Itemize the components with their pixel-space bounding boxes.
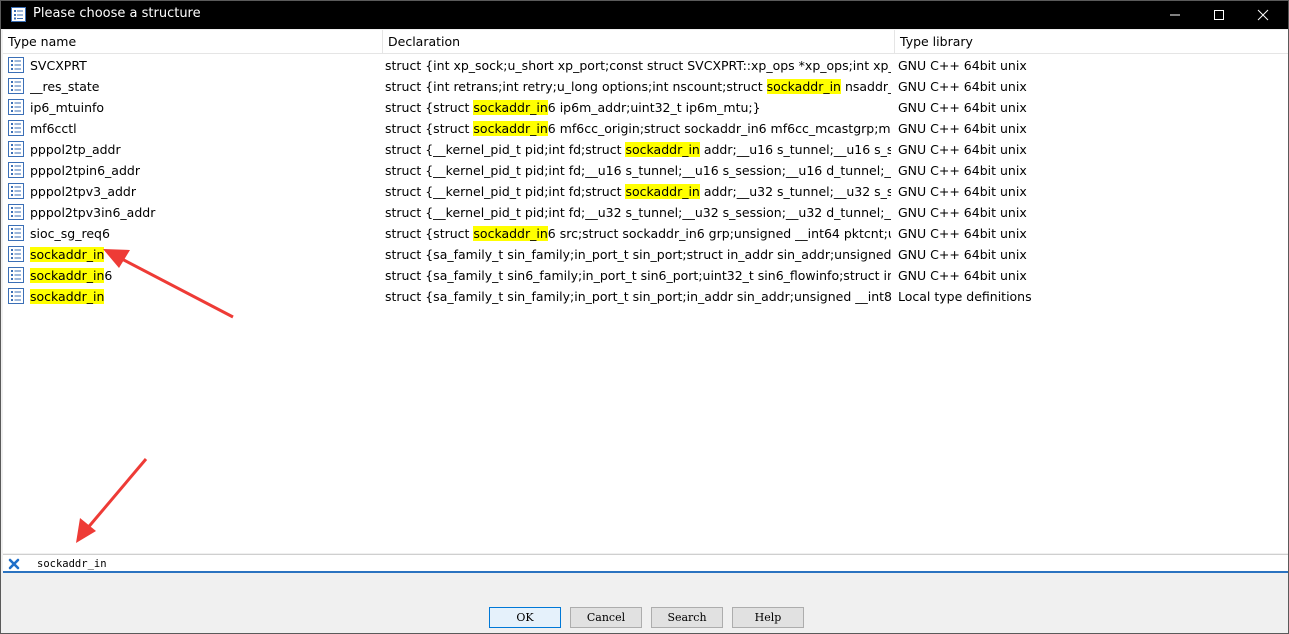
- structure-type-icon: [8, 183, 24, 199]
- window-title: Please choose a structure: [33, 6, 201, 21]
- type-library-cell: GNU C++ 64bit unix: [898, 247, 1027, 262]
- structure-row[interactable]: pppol2tpin6_addr struct {__kernel_pid_t p…: [3, 160, 1288, 181]
- structure-list[interactable]: Type name Declaration Type library SVCXP…: [3, 30, 1288, 553]
- declaration-cell: struct {int retrans;int retry;u_long opt…: [385, 79, 891, 94]
- ok-button[interactable]: OK: [489, 607, 561, 628]
- structure-row[interactable]: sockaddr_in struct {sa_family_t sin_famil…: [3, 286, 1288, 307]
- structure-type-icon: [8, 141, 24, 157]
- type-library-cell: GNU C++ 64bit unix: [898, 163, 1027, 178]
- type-name-cell: pppol2tpv3_addr: [30, 184, 136, 199]
- match-highlight: sockaddr_in: [30, 247, 105, 262]
- declaration-cell: struct {struct sockaddr_in6 mf6cc_origin…: [385, 121, 891, 136]
- type-name-cell: ip6_mtuinfo: [30, 100, 105, 115]
- type-library-cell: GNU C++ 64bit unix: [898, 205, 1027, 220]
- match-highlight: sockaddr_in: [30, 268, 105, 283]
- structure-row[interactable]: pppol2tpv3_addr struct {__kernel_pid_t pi…: [3, 181, 1288, 202]
- match-highlight: sockaddr_in: [473, 121, 548, 136]
- structure-type-icon: [8, 99, 24, 115]
- column-header-declaration[interactable]: Declaration: [383, 30, 895, 54]
- search-button[interactable]: Search: [651, 607, 723, 628]
- minimize-icon: [1170, 14, 1180, 16]
- type-library-cell: GNU C++ 64bit unix: [898, 100, 1027, 115]
- maximize-button[interactable]: [1197, 1, 1241, 29]
- declaration-cell: struct {sa_family_t sin_family;in_port_t…: [385, 289, 891, 304]
- structure-type-icon: [8, 225, 24, 241]
- type-library-cell: GNU C++ 64bit unix: [898, 58, 1027, 73]
- declaration-cell: struct {__kernel_pid_t pid;int fd;__u32 …: [385, 205, 891, 220]
- match-highlight: sockaddr_in: [625, 142, 700, 157]
- match-highlight: sockaddr_in: [473, 226, 548, 241]
- match-highlight: sockaddr_in: [625, 184, 700, 199]
- filter-bar: [3, 554, 1288, 573]
- column-header-type-name[interactable]: Type name: [3, 30, 383, 54]
- structure-row[interactable]: ip6_mtuinfo struct {struct sockaddr_in6 i…: [3, 97, 1288, 118]
- type-name-cell: sockaddr_in: [30, 286, 380, 307]
- structure-type-icon: [8, 246, 24, 262]
- clear-filter-icon[interactable]: [7, 557, 21, 571]
- type-name-cell: pppol2tpv3in6_addr: [30, 205, 156, 220]
- structure-row[interactable]: sockaddr_in6 struct {sa_family_t sin6_fam…: [3, 265, 1288, 286]
- structure-row[interactable]: __res_state struct {int retrans;int retry…: [3, 76, 1288, 97]
- type-name-cell: sockaddr_in6: [30, 268, 113, 283]
- type-name-cell: __res_state: [30, 79, 100, 94]
- type-name-cell: mf6cctl: [30, 121, 77, 136]
- structure-type-icon: [8, 288, 24, 304]
- type-name-cell: pppol2tp_addr: [30, 142, 121, 157]
- structure-row[interactable]: mf6cctl struct {struct sockaddr_in6 mf6cc…: [3, 118, 1288, 139]
- type-library-cell: GNU C++ 64bit unix: [898, 268, 1027, 283]
- title-bar: Please choose a structure: [1, 1, 1288, 29]
- type-name-cell: pppol2tpin6_addr: [30, 163, 140, 178]
- structure-type-icon: [8, 57, 24, 73]
- structure-row[interactable]: pppol2tpv3in6_addr struct {__kernel_pid_t…: [3, 202, 1288, 223]
- structure-type-icon: [8, 267, 24, 283]
- structure-row[interactable]: pppol2tp_addr struct {__kernel_pid_t pid;…: [3, 139, 1288, 160]
- structure-type-icon: [8, 120, 24, 136]
- type-library-cell: GNU C++ 64bit unix: [898, 79, 1027, 94]
- type-name-cell: SVCXPRT: [30, 58, 87, 73]
- filter-input[interactable]: [37, 556, 937, 572]
- declaration-cell: struct {__kernel_pid_t pid;int fd;__u16 …: [385, 163, 891, 178]
- close-icon: [1257, 9, 1269, 21]
- structure-app-icon: [11, 7, 26, 22]
- declaration-cell: struct {sa_family_t sin_family;in_port_t…: [385, 247, 891, 262]
- type-name-cell: sioc_sg_req6: [30, 226, 110, 241]
- type-library-cell: GNU C++ 64bit unix: [898, 226, 1027, 241]
- match-highlight: sockaddr_in: [473, 100, 548, 115]
- close-button[interactable]: [1241, 1, 1285, 29]
- match-highlight: sockaddr_in: [766, 79, 841, 94]
- choose-structure-dialog: Please choose a structure Type name Decl…: [0, 0, 1289, 634]
- declaration-cell: struct {struct sockaddr_in6 ip6m_addr;ui…: [385, 100, 761, 115]
- structure-type-icon: [8, 78, 24, 94]
- list-header: Type name Declaration Type library: [3, 30, 1288, 54]
- structure-row[interactable]: sockaddr_in struct {sa_family_t sin_famil…: [3, 244, 1288, 265]
- structure-row[interactable]: sioc_sg_req6 struct {struct sockaddr_in6 …: [3, 223, 1288, 244]
- declaration-cell: struct {struct sockaddr_in6 src;struct s…: [385, 226, 891, 241]
- maximize-icon: [1214, 10, 1224, 20]
- type-library-cell: GNU C++ 64bit unix: [898, 184, 1027, 199]
- match-highlight: sockaddr_in: [30, 289, 105, 304]
- type-library-cell: GNU C++ 64bit unix: [898, 142, 1027, 157]
- type-library-cell: Local type definitions: [898, 289, 1032, 304]
- type-name-cell: sockaddr_in: [30, 244, 380, 265]
- declaration-cell: struct {__kernel_pid_t pid;int fd;struct…: [385, 142, 891, 157]
- declaration-cell: struct {__kernel_pid_t pid;int fd;struct…: [385, 184, 891, 199]
- structure-row[interactable]: SVCXPRT struct {int xp_sock;u_short xp_po…: [3, 55, 1288, 76]
- minimize-button[interactable]: [1153, 1, 1197, 29]
- help-button[interactable]: Help: [732, 607, 804, 628]
- column-header-type-library[interactable]: Type library: [895, 30, 1288, 54]
- structure-type-icon: [8, 162, 24, 178]
- type-library-cell: GNU C++ 64bit unix: [898, 121, 1027, 136]
- cancel-button[interactable]: Cancel: [570, 607, 642, 628]
- structure-type-icon: [8, 204, 24, 220]
- declaration-cell: struct {int xp_sock;u_short xp_port;cons…: [385, 58, 891, 73]
- declaration-cell: struct {sa_family_t sin6_family;in_port_…: [385, 268, 891, 283]
